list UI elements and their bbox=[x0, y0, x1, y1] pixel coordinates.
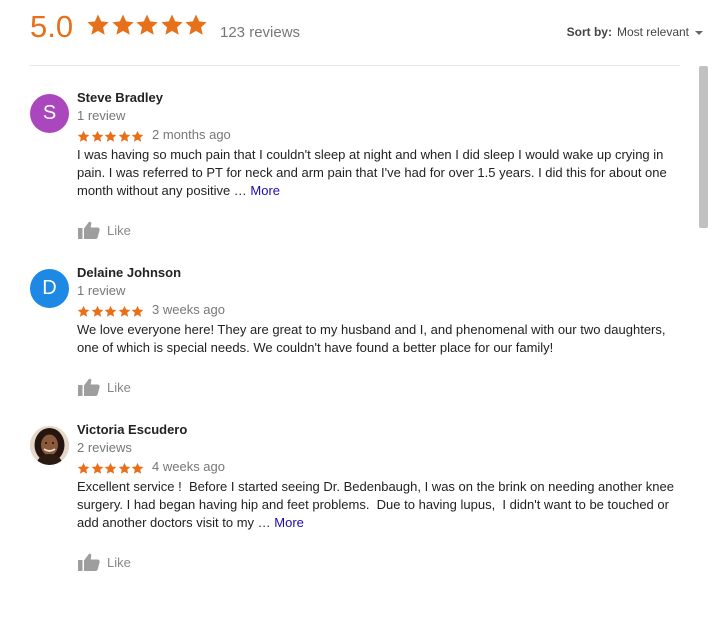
star-icon bbox=[104, 462, 117, 474]
star-icon bbox=[136, 14, 158, 35]
review-text: We love everyone here! They are great to… bbox=[77, 322, 666, 355]
reviews-panel: 5.0 123 reviews Sort by: Most relevant S… bbox=[0, 0, 713, 617]
caret-down-icon[interactable] bbox=[695, 31, 703, 35]
star-icon bbox=[77, 305, 90, 317]
star-icon bbox=[118, 462, 131, 474]
star-icon bbox=[132, 130, 144, 142]
star-icon bbox=[132, 462, 144, 474]
star-icon bbox=[160, 14, 183, 35]
reviewer-review-count: 1 review bbox=[77, 283, 126, 298]
avatar[interactable]: D bbox=[30, 269, 69, 308]
more-link[interactable]: More bbox=[274, 515, 304, 530]
reviewer-review-count: 1 review bbox=[77, 108, 126, 123]
review-rating-stars bbox=[77, 462, 145, 475]
like-label[interactable]: Like bbox=[107, 555, 131, 570]
like-button[interactable]: Like bbox=[77, 552, 131, 572]
star-icon bbox=[118, 130, 131, 142]
review-item: S Steve Bradley 1 review 2 months ago I … bbox=[30, 90, 680, 244]
sort-dropdown[interactable]: Sort by: Most relevant bbox=[567, 25, 703, 39]
review-text-body: I was having so much pain that I couldn'… bbox=[77, 147, 667, 198]
star-icon bbox=[118, 305, 131, 317]
average-rating-stars bbox=[86, 13, 209, 43]
review-item: Victoria Escudero 2 reviews 4 weeks ago … bbox=[30, 422, 680, 586]
sort-label: Sort by: bbox=[566, 25, 612, 39]
review-text: Excellent service ! Before I started see… bbox=[77, 478, 687, 532]
thumbs-up-icon[interactable] bbox=[77, 220, 101, 240]
thumbs-up-icon[interactable] bbox=[77, 377, 101, 397]
like-button[interactable]: Like bbox=[77, 377, 131, 397]
reviewer-name[interactable]: Victoria Escudero bbox=[77, 422, 187, 437]
review-item: D Delaine Johnson 1 review 3 weeks ago W… bbox=[30, 265, 680, 399]
review-date: 2 months ago bbox=[152, 127, 231, 142]
avatar[interactable] bbox=[30, 426, 69, 465]
star-icon bbox=[87, 14, 109, 35]
star-icon bbox=[185, 14, 207, 35]
like-label[interactable]: Like bbox=[107, 380, 131, 395]
star-icon bbox=[104, 305, 117, 317]
scrollbar-thumb[interactable] bbox=[699, 66, 708, 228]
reviewer-name[interactable]: Steve Bradley bbox=[77, 90, 163, 105]
review-rating-stars bbox=[77, 130, 145, 143]
like-label[interactable]: Like bbox=[107, 223, 131, 238]
star-icon bbox=[77, 462, 90, 474]
average-rating: 5.0 bbox=[30, 9, 74, 44]
profile-photo bbox=[30, 426, 69, 465]
reviewer-review-count: 2 reviews bbox=[77, 440, 132, 455]
star-icon bbox=[104, 130, 117, 142]
star-icon bbox=[91, 130, 103, 142]
reviewer-name[interactable]: Delaine Johnson bbox=[77, 265, 181, 280]
thumbs-up-icon[interactable] bbox=[77, 552, 101, 572]
star-icon bbox=[91, 305, 103, 317]
total-review-count: 123 reviews bbox=[220, 24, 301, 41]
review-text: I was having so much pain that I couldn'… bbox=[77, 146, 687, 200]
sort-value[interactable]: Most relevant bbox=[617, 25, 689, 39]
avatar[interactable]: S bbox=[30, 94, 69, 133]
review-text-body: Excellent service ! Before I started see… bbox=[77, 479, 678, 530]
star-icon bbox=[111, 14, 134, 35]
star-icon bbox=[91, 462, 103, 474]
review-date: 4 weeks ago bbox=[152, 459, 225, 474]
like-button[interactable]: Like bbox=[77, 220, 131, 240]
review-rating-stars bbox=[77, 305, 145, 318]
star-icon bbox=[132, 305, 144, 317]
review-date: 3 weeks ago bbox=[152, 302, 225, 317]
header-divider bbox=[30, 65, 680, 66]
reviews-header: 5.0 123 reviews Sort by: Most relevant bbox=[0, 0, 713, 66]
star-icon bbox=[77, 130, 90, 142]
more-link[interactable]: More bbox=[250, 183, 280, 198]
